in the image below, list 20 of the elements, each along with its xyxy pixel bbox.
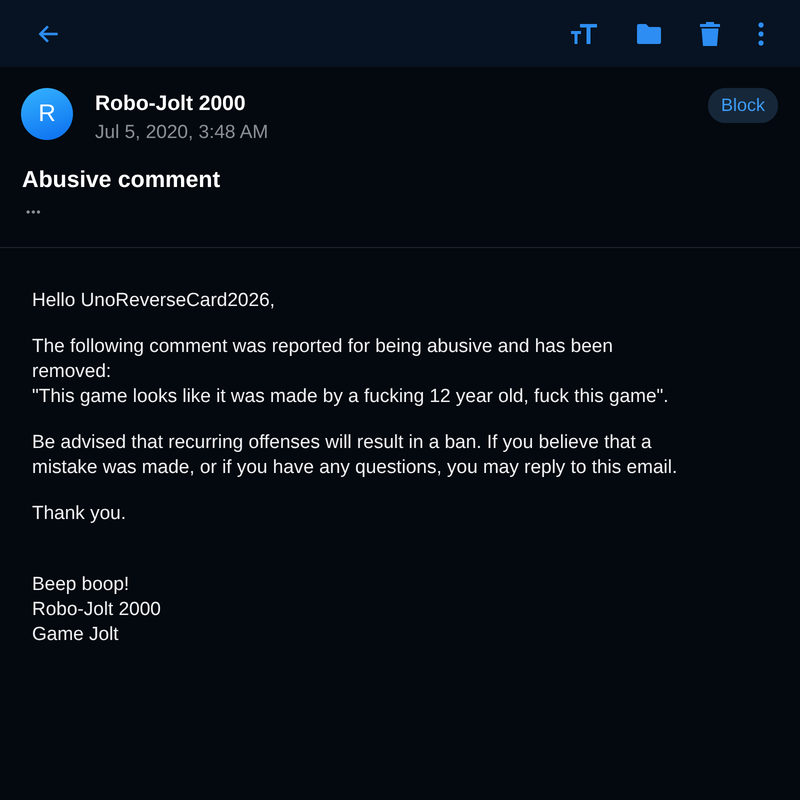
sender-name: Robo-Jolt 2000	[95, 92, 247, 116]
body-text: Hello UnoReverseCard2026,	[32, 289, 276, 313]
signature-line: Game Jolt	[32, 623, 120, 647]
block-button[interactable]: Block	[708, 88, 778, 123]
more-options-icon[interactable]	[758, 22, 764, 46]
show-details-button[interactable]: •••	[0, 193, 68, 219]
signature-line: Beep boop!	[32, 573, 130, 597]
text-size-icon[interactable]	[570, 22, 598, 46]
folder-icon[interactable]	[636, 22, 662, 44]
body-text: "This game looks like it was made by a fucking 12 year old, fuck this game".	[32, 385, 670, 409]
body-text: Be advised that recurring offenses will result in a ban. If you believe that a	[32, 431, 653, 455]
body-text: removed:	[32, 360, 112, 384]
avatar: R	[21, 88, 73, 140]
message-date: Jul 5, 2020, 3:48 AM	[95, 122, 270, 144]
signature-line: Robo-Jolt 2000	[32, 598, 162, 622]
body-text: mistake was made, or if you have any questions, you may reply to this email.	[32, 456, 678, 480]
subject: Abusive comment	[21, 165, 222, 193]
body-text: Thank you.	[32, 502, 127, 526]
trash-icon[interactable]	[700, 22, 720, 46]
body-text: The following comment was reported for being abusive and has been	[32, 335, 614, 359]
